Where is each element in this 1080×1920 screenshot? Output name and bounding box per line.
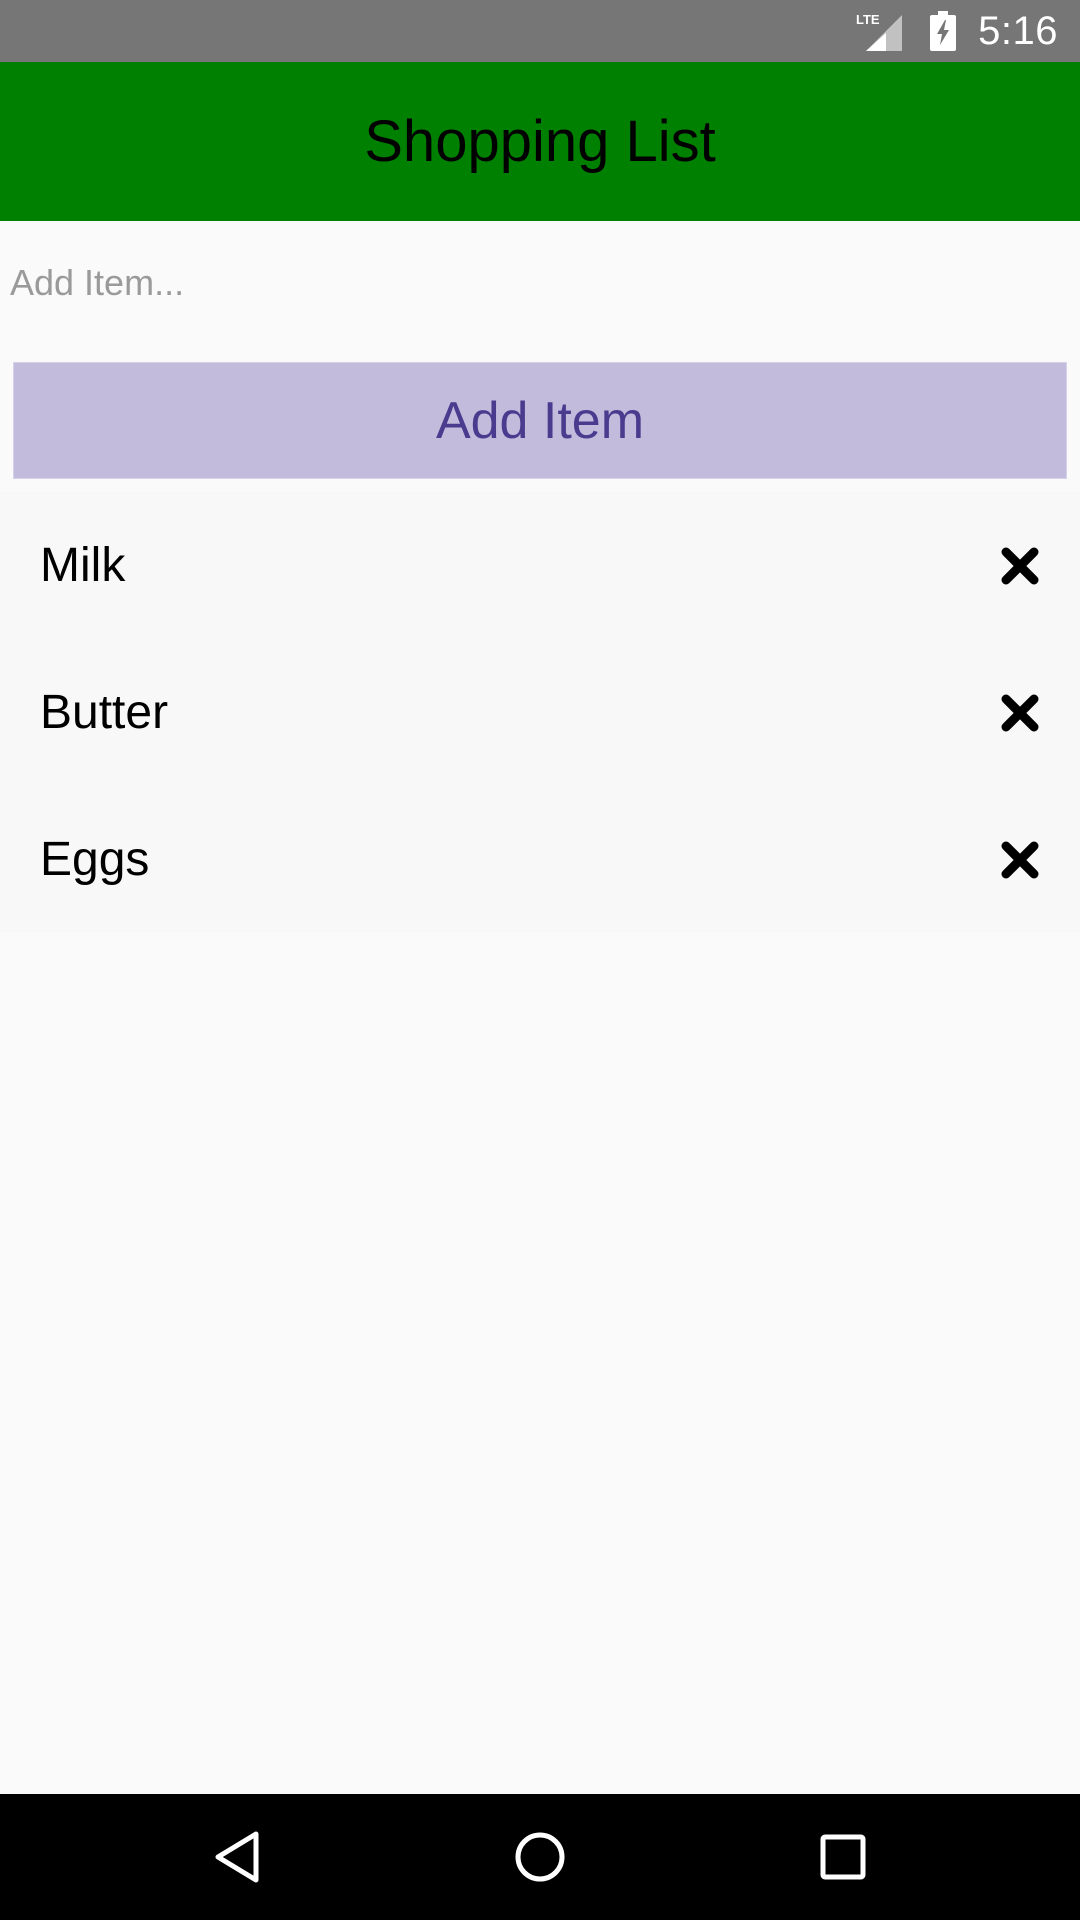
status-time: 5:16	[978, 8, 1058, 53]
item-label: Milk	[40, 539, 126, 592]
app-bar: Shopping List	[0, 62, 1080, 221]
close-icon	[1001, 547, 1039, 584]
system-nav-bar	[0, 1794, 1080, 1920]
recents-icon	[820, 1834, 866, 1880]
recents-button[interactable]	[813, 1827, 873, 1887]
add-item-input[interactable]	[0, 221, 1080, 351]
home-icon	[515, 1832, 565, 1882]
add-item-button-label: Add Item	[435, 391, 645, 450]
lte-signal-icon: LTE	[856, 11, 903, 51]
list-item: Eggs	[0, 786, 1080, 933]
close-icon	[1001, 694, 1039, 731]
network-type-label: LTE	[856, 12, 880, 27]
back-button[interactable]	[207, 1827, 267, 1887]
list-item: Butter	[0, 639, 1080, 786]
shopping-list: Milk Butter Eggs	[0, 492, 1080, 932]
list-item: Milk	[0, 492, 1080, 639]
item-label: Butter	[40, 686, 169, 739]
back-icon	[215, 1831, 259, 1883]
close-icon	[1001, 841, 1039, 878]
remove-item-button[interactable]	[1000, 693, 1040, 733]
add-item-button[interactable]: Add Item	[13, 362, 1067, 479]
app-screen: LTE 5:16 Shopping List Add Item Milk	[0, 0, 1080, 1920]
item-label: Eggs	[40, 833, 150, 886]
home-button[interactable]	[510, 1827, 570, 1887]
page-title: Shopping List	[364, 109, 716, 174]
add-item-row	[0, 221, 1080, 351]
status-bar: LTE 5:16	[0, 0, 1080, 62]
remove-item-button[interactable]	[1000, 840, 1040, 880]
battery-charging-icon	[930, 11, 957, 51]
remove-item-button[interactable]	[1000, 546, 1040, 586]
